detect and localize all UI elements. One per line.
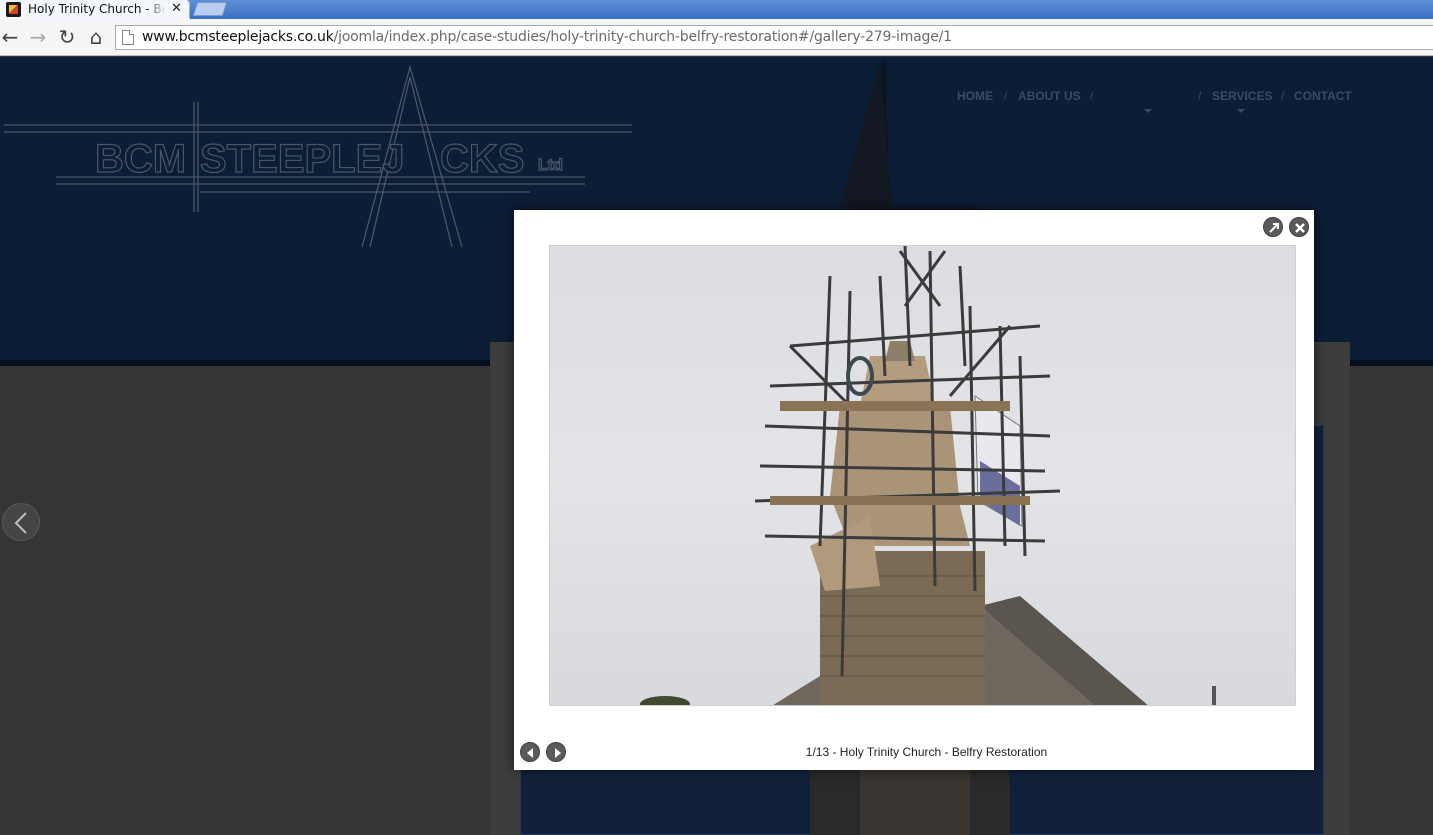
nav-home[interactable]: HOME [957, 89, 993, 103]
nav-dropdown-caret-icon [1237, 109, 1245, 113]
page-slider-prev-button[interactable] [2, 503, 40, 541]
belfry-scaffolding-photo [640, 246, 1216, 705]
lightbox-caption: 1/13 - Holy Trinity Church - Belfry Rest… [805, 745, 1048, 759]
lightbox-modal: 1/13 - Holy Trinity Church - Belfry Rest… [514, 210, 1314, 770]
nav-separator: / [1198, 89, 1202, 103]
nav-about-us[interactable]: ABOUT US [1018, 89, 1081, 103]
forward-button[interactable]: → [28, 26, 48, 48]
url-path: /joomla/index.php/case-studies/holy-trin… [333, 29, 952, 45]
url-host: www.bcmsteeplejacks.co.uk [142, 29, 334, 45]
site-favicon-icon [6, 2, 21, 17]
url-text[interactable]: www.bcmsteeplejacks.co.uk/joomla/index.p… [142, 29, 952, 45]
tab-close-icon[interactable]: ✕ [171, 1, 182, 17]
chevron-left-icon [14, 512, 27, 534]
nav-separator: / [1281, 89, 1285, 103]
home-button[interactable]: ⌂ [86, 26, 106, 48]
browser-tabstrip: Holy Trinity Church - Belfry Restoration… [0, 0, 1433, 19]
nav-separator: / [1090, 89, 1094, 103]
logo-text-bcm: BCM [95, 137, 186, 181]
nav-services[interactable]: SERVICES [1212, 89, 1272, 103]
reload-button[interactable]: ↻ [57, 26, 77, 48]
address-bar[interactable]: www.bcmsteeplejacks.co.uk/joomla/index.p… [115, 25, 1433, 50]
gallery-photo [549, 245, 1296, 706]
close-icon [1295, 223, 1305, 233]
lightbox-close-button[interactable] [1289, 217, 1309, 237]
background-tower-image [810, 770, 1010, 835]
lightbox-expand-button[interactable] [1263, 217, 1283, 237]
logo-text-ltd: Ltd [538, 157, 563, 174]
new-tab-button[interactable] [192, 2, 228, 16]
browser-toolbar: ← → ↻ ⌂ www.bcmsteeplejacks.co.uk/joomla… [0, 19, 1433, 56]
nav-separator: / [1004, 89, 1008, 103]
tab-title: Holy Trinity Church - Belfry Restoration [28, 2, 166, 16]
back-button[interactable]: ← [0, 26, 20, 48]
nav-dropdown-caret-icon [1144, 109, 1152, 113]
logo-text-steeplej: STEEPLEJ [200, 137, 405, 181]
nav-contact[interactable]: CONTACT [1294, 89, 1352, 103]
expand-icon [1269, 223, 1279, 233]
logo-text-cks: CKS [440, 137, 524, 181]
page-icon [122, 30, 134, 45]
browser-tab[interactable]: Holy Trinity Church - Belfry Restoration… [0, 0, 190, 19]
